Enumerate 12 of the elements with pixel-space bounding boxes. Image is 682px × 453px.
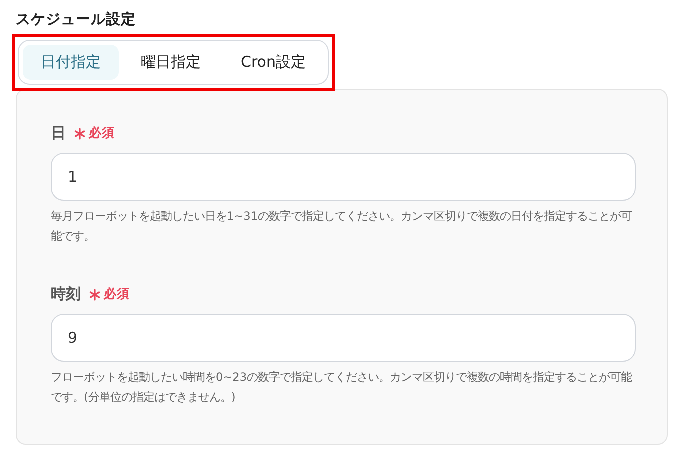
- input-field[interactable]: 9: [51, 314, 636, 362]
- input-field[interactable]: 1: [51, 153, 636, 201]
- section-title: スケジュール設定: [16, 10, 137, 29]
- help-text: 毎月フローボットを起動したい日を1~31の数字で指定してください。カンマ区切りで複数の日付を指定することが可能です。: [51, 209, 634, 245]
- required-label: 必須: [89, 125, 115, 142]
- tab[interactable]: 曜日指定: [123, 45, 219, 80]
- tab[interactable]: Cron設定: [223, 45, 324, 80]
- required-label: 必須: [104, 286, 130, 303]
- field-label: 時刻: [51, 285, 81, 304]
- help-text: フローボットを起動したい時間を0~23の数字で指定してください。カンマ区切りで複数の時間を指定することが可能です。(分単位の指定はできません。): [51, 370, 634, 406]
- field-label: 日: [51, 124, 66, 143]
- tab[interactable]: 日付指定: [23, 45, 119, 80]
